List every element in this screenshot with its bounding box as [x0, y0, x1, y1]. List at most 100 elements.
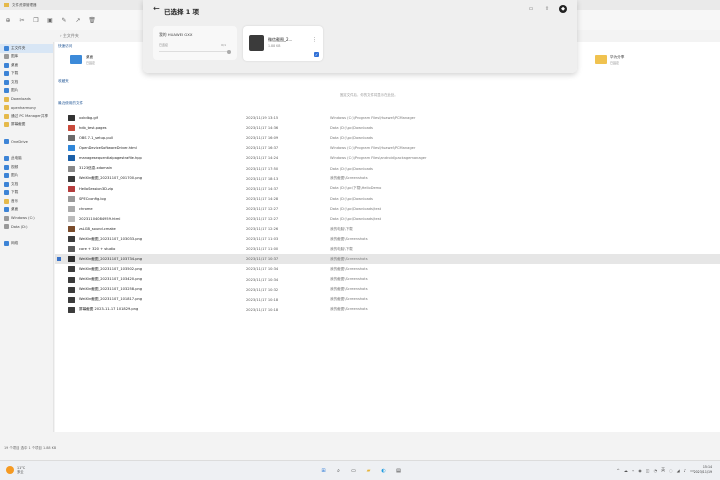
table-row[interactable]: WeiXin截图_20231107_103033.png 2023/11/17 1…	[55, 234, 720, 244]
selected-file-card[interactable]: 微信截图_2... 1.88 KB ⋮ ✓	[243, 26, 323, 61]
table-row[interactable]: 屏幕截图 2023-11-17 101829.png 2023/11/17 10:…	[55, 305, 720, 315]
table-row[interactable]: OBS 7.1_setup.pull 2023/11/17 16:09 Data (…	[55, 133, 720, 143]
sidebar-item[interactable]: 屏幕截图	[0, 121, 53, 130]
sidebar-item[interactable]: Downloads	[0, 95, 53, 104]
tray-icon[interactable]: ◌	[669, 468, 673, 473]
desktop-folder-name[interactable]: 桌面	[86, 55, 93, 60]
tray-icon[interactable]: ⌁	[632, 468, 634, 473]
sidebar-item[interactable]: 网络	[0, 240, 53, 249]
table-row[interactable]: WeiXin截图_20231107_103734.png 2023/11/17 1…	[55, 254, 720, 265]
table-row[interactable]: WeiXin截图_20231107_103258.png 2023/11/17 1…	[55, 285, 720, 295]
file-thumbnail	[249, 35, 264, 51]
transfer-cancel-icon[interactable]	[227, 50, 231, 54]
tray-icon[interactable]: ◢	[677, 468, 680, 473]
sidebar-item[interactable]: 视频	[0, 163, 53, 172]
file-name: WeiXin截图_20231107_103734.png	[79, 256, 143, 261]
sidebar-item[interactable]: 主文件夹	[0, 44, 53, 53]
folder-icon	[4, 105, 9, 111]
terminal-icon[interactable]: ▤	[393, 465, 404, 476]
sidebar-item[interactable]: openharmony	[0, 104, 53, 113]
sidebar-item[interactable]: 图片	[0, 172, 53, 181]
sidebar-item[interactable]: 文档	[0, 78, 53, 87]
copy-icon[interactable]: ❐	[32, 16, 40, 24]
quick-access-heading[interactable]: 快速访问	[58, 44, 72, 49]
table-row[interactable]: xxkdbg.gif 2023/11/19 13:15 Windows (C:)\P…	[55, 113, 720, 123]
sidebar-item[interactable]: 桌面	[0, 206, 53, 215]
dialog-actions: ▭ ⇪ ◆	[527, 5, 567, 13]
desktop-folder-icon[interactable]	[70, 55, 82, 64]
sidebar-item[interactable]: Data (D:)	[0, 223, 53, 232]
back-arrow-icon[interactable]: ←	[153, 4, 160, 13]
table-row[interactable]: SPECconfig.log 2023/11/17 14:28 Data (D:)\…	[55, 194, 720, 204]
share-icon[interactable]: ◆	[559, 5, 567, 13]
file-location: 我的电脑\下载	[330, 226, 353, 231]
folder-icon[interactable]: ▭	[527, 5, 535, 13]
table-row[interactable]: 3123信息.xdomain 2023/11/17 17:50 Data (D:)\…	[55, 163, 720, 173]
clock[interactable]: 15:14 2023/11/19	[694, 465, 712, 475]
file-icon	[68, 236, 75, 243]
edge-icon[interactable]: ◐	[378, 465, 389, 476]
checkbox-checked-icon[interactable]: ✓	[314, 52, 319, 57]
file-icon	[68, 256, 75, 263]
cut-icon[interactable]: ✂	[18, 16, 26, 24]
paste-icon[interactable]: ▣	[46, 16, 54, 24]
rename-icon[interactable]: ✎	[60, 16, 68, 24]
file-location: 我的截图\Screenshots	[330, 176, 368, 181]
sidebar-item[interactable]: 图片	[0, 87, 53, 96]
share-icon[interactable]: ↗	[74, 16, 82, 24]
folder-icon	[4, 139, 9, 145]
device-card[interactable]: 我的 HUAWEI GXX 已连接 0/1	[153, 26, 237, 60]
tray-icon[interactable]: 英	[661, 467, 665, 473]
sidebar-item[interactable]: 图库	[0, 53, 53, 62]
sidebar-item[interactable]: 通过 PC Manager共享	[0, 112, 53, 121]
table-row[interactable]: WeiXin截图_20231107_103420.png 2023/11/17 1…	[55, 275, 720, 285]
sidebar-item[interactable]: 下载	[0, 70, 53, 79]
sidebar-item[interactable]: 文档	[0, 180, 53, 189]
huawei-share-folder-name[interactable]: 华为分享	[610, 55, 624, 60]
file-icon	[68, 276, 75, 283]
table-row[interactable]: hdb_test.pages 2023/11/17 14:36 Data (D:)\…	[55, 123, 720, 133]
more-options-icon[interactable]: ⋮	[312, 37, 317, 43]
table-row[interactable]: chrome 2023/11/17 12:27 Data (D:)\pc\Downl…	[55, 204, 720, 214]
table-row[interactable]: 20231104084959.html 2023/11/17 12:27 Data …	[55, 214, 720, 224]
sidebar-item[interactable]: Windows (C:)	[0, 214, 53, 223]
tray-icon[interactable]: ☁	[624, 468, 628, 473]
table-row[interactable]: HelloSession3D.zip 2023/11/17 14:37 Data (…	[55, 184, 720, 194]
favorites-heading[interactable]: 收藏夹	[58, 79, 69, 84]
row-checkbox[interactable]	[57, 257, 61, 262]
table-row[interactable]: managesequentialpagestrafile.hpp 2023/11/…	[55, 153, 720, 163]
tray-icon[interactable]: ◉	[638, 468, 642, 473]
upload-icon[interactable]: ⇪	[543, 5, 551, 13]
sidebar-item[interactable]: 下载	[0, 189, 53, 198]
file-location: Data (D:)\pc\Downloads	[330, 136, 373, 141]
tray-icon[interactable]: ◫	[646, 468, 650, 473]
recent-files-heading[interactable]: 最近使用的文件	[58, 101, 83, 106]
table-row[interactable]: OpenDeviceSoftwareDriver.html 2023/11/17 …	[55, 143, 720, 153]
file-date: 2023/11/17 10:37	[246, 257, 279, 262]
delete-icon[interactable]: 🗑	[88, 16, 96, 24]
table-row[interactable]: WeiXin截图_20231107_103502.png 2023/11/17 1…	[55, 264, 720, 274]
file-icon	[68, 185, 75, 192]
windows-start-icon[interactable]: ⊞	[318, 465, 329, 476]
sidebar-item[interactable]: 桌面	[0, 61, 53, 70]
huawei-share-folder-icon[interactable]	[595, 55, 607, 64]
sidebar-item[interactable]: 此电脑	[0, 155, 53, 164]
table-row[interactable]: WeiXin截图_20231107_101817.png 2023/11/17 1…	[55, 295, 720, 305]
search-icon[interactable]: ⌕	[333, 465, 344, 476]
weather-widget[interactable]: 11°C 多云	[6, 466, 25, 474]
file-explorer-icon[interactable]: ▰	[363, 465, 374, 476]
new-icon[interactable]: ⊕	[4, 16, 12, 24]
folder-icon	[4, 54, 9, 60]
table-row[interactable]: core + 320 + studio 2023/11/17 11:00 我的电脑\…	[55, 244, 720, 254]
table-row[interactable]: zsLGB_sound.cmake 2023/11/17 12:26 我的电脑\下载	[55, 224, 720, 234]
file-date: 2023/11/17 17:50	[246, 166, 279, 171]
tray-icon[interactable]: ♪	[684, 468, 687, 473]
file-name: OBS 7.1_setup.pull	[79, 136, 113, 141]
sidebar-item[interactable]: OneDrive	[0, 138, 53, 147]
sidebar-item[interactable]: 音乐	[0, 197, 53, 206]
file-location: 我的截图\Screenshots	[330, 277, 368, 282]
task-view-icon[interactable]: ▭	[348, 465, 359, 476]
table-row[interactable]: WeiXin截图_20231107_001700.png 2023/11/17 1…	[55, 174, 720, 184]
tray-icon[interactable]: ◔	[654, 468, 658, 473]
tray-icon[interactable]: ^	[617, 468, 620, 473]
